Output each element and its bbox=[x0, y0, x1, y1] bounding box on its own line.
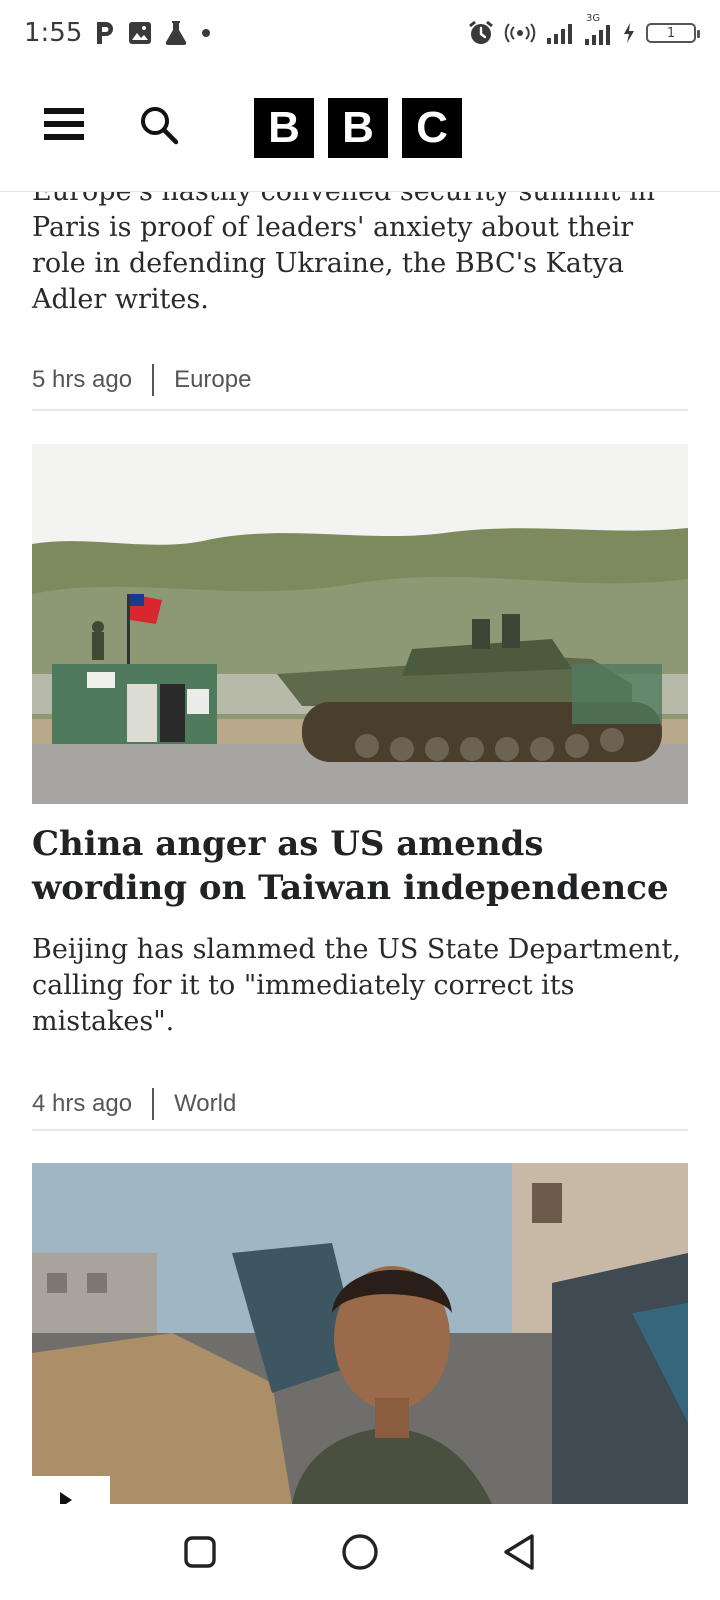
article-image-tank[interactable] bbox=[32, 444, 688, 804]
logo-letter: B bbox=[254, 98, 314, 158]
signal-3g-icon: 3G bbox=[584, 13, 612, 47]
system-nav-bar bbox=[0, 1504, 720, 1600]
article-card[interactable] bbox=[32, 1163, 688, 1504]
charging-icon bbox=[622, 22, 636, 44]
battery-icon: 1 bbox=[646, 23, 700, 43]
menu-button[interactable] bbox=[44, 108, 84, 144]
alarm-icon bbox=[468, 20, 494, 46]
article-time: 5 hrs ago bbox=[32, 366, 133, 393]
tank-photo bbox=[32, 444, 688, 804]
hotspot-icon bbox=[504, 22, 536, 44]
dot-icon bbox=[200, 27, 212, 39]
status-bar: 1:55 3G 1 bbox=[0, 0, 720, 66]
back-button[interactable] bbox=[496, 1528, 544, 1576]
back-triangle-icon bbox=[504, 1534, 534, 1570]
hamburger-icon-bar bbox=[44, 134, 84, 140]
article-card[interactable]: Europe's hastily convened security summi… bbox=[32, 180, 688, 396]
hamburger-icon-bar bbox=[44, 108, 84, 114]
battery-level: 1 bbox=[666, 25, 676, 41]
app-header: B B C bbox=[0, 66, 720, 192]
image-icon bbox=[128, 21, 152, 45]
parking-p-icon bbox=[94, 20, 116, 46]
article-meta: 4 hrs ago World bbox=[32, 1088, 688, 1120]
network-badge: 3G bbox=[586, 13, 601, 24]
article-section-link[interactable]: World bbox=[174, 1090, 236, 1118]
meta-divider bbox=[152, 1088, 155, 1120]
status-left: 1:55 bbox=[24, 18, 212, 48]
signal-icon bbox=[546, 22, 574, 44]
home-circle-icon bbox=[342, 1534, 378, 1570]
article-section-link[interactable]: Europe bbox=[174, 366, 251, 394]
article-card[interactable]: China anger as US amends wording on Taiw… bbox=[32, 444, 688, 1120]
home-button[interactable] bbox=[336, 1528, 384, 1576]
boy-photo bbox=[32, 1163, 688, 1504]
search-icon bbox=[141, 107, 179, 145]
play-icon bbox=[60, 1492, 72, 1504]
logo-letter: C bbox=[402, 98, 462, 158]
article-image-boy[interactable] bbox=[32, 1163, 688, 1504]
flask-icon bbox=[164, 20, 188, 46]
status-time: 1:55 bbox=[24, 18, 83, 48]
hamburger-icon-bar bbox=[44, 121, 84, 127]
article-feed[interactable]: Europe's hastily convened security summi… bbox=[0, 180, 720, 1504]
article-divider bbox=[32, 409, 688, 411]
recents-button[interactable] bbox=[176, 1528, 224, 1576]
article-divider bbox=[32, 1129, 688, 1131]
video-play-badge[interactable] bbox=[32, 1476, 110, 1504]
article-headline[interactable]: China anger as US amends wording on Taiw… bbox=[32, 822, 688, 910]
article-time: 4 hrs ago bbox=[32, 1090, 133, 1117]
bbc-logo[interactable]: B B C bbox=[254, 98, 462, 158]
article-summary: Paris is proof of leaders' anxiety about… bbox=[32, 212, 634, 315]
search-button[interactable] bbox=[138, 104, 180, 146]
article-meta: 5 hrs ago Europe bbox=[32, 364, 688, 396]
article-summary: Beijing has slammed the US State Departm… bbox=[32, 934, 681, 1037]
logo-letter: B bbox=[328, 98, 388, 158]
status-right: 3G 1 bbox=[468, 13, 700, 47]
recents-square-icon bbox=[184, 1536, 216, 1568]
meta-divider bbox=[152, 364, 155, 396]
